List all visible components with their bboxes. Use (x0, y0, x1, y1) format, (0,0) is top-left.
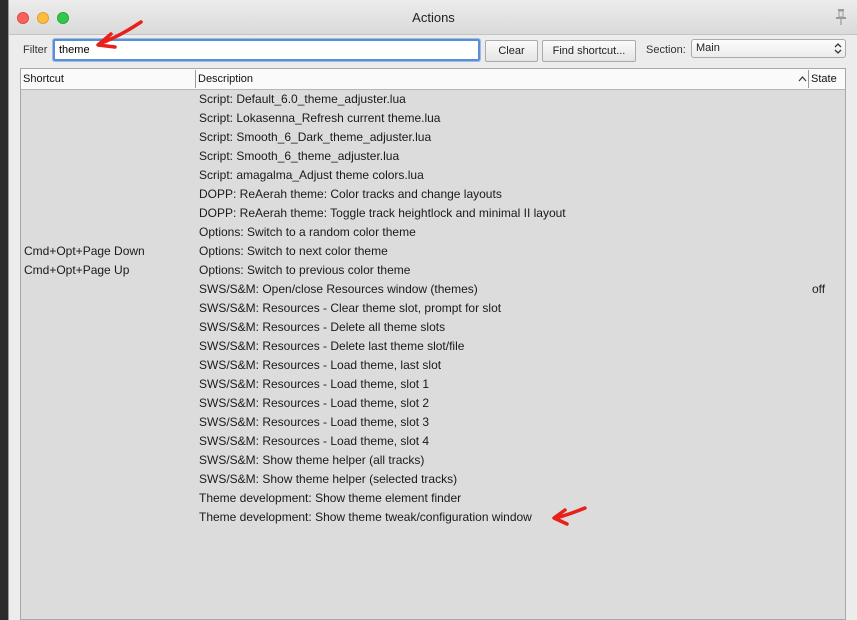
table-row[interactable]: Theme development: Show theme element fi… (21, 489, 845, 508)
table-row[interactable]: Script: Smooth_6_theme_adjuster.lua (21, 147, 845, 166)
table-row[interactable]: SWS/S&M: Resources - Load theme, slot 1 (21, 375, 845, 394)
section-select[interactable]: Main (691, 39, 846, 58)
table-row[interactable]: Script: Lokasenna_Refresh current theme.… (21, 109, 845, 128)
table-row[interactable]: DOPP: ReAerah theme: Color tracks and ch… (21, 185, 845, 204)
row-description: Script: Lokasenna_Refresh current theme.… (199, 111, 441, 125)
table-row[interactable]: SWS/S&M: Resources - Delete last theme s… (21, 337, 845, 356)
table-row[interactable]: SWS/S&M: Resources - Load theme, slot 4 (21, 432, 845, 451)
section-selected-value: Main (696, 42, 720, 54)
list-header: Shortcut Description State (21, 69, 845, 90)
column-header-description[interactable]: Description (198, 69, 808, 89)
row-description: DOPP: ReAerah theme: Toggle track height… (199, 206, 566, 220)
row-shortcut: Cmd+Opt+Page Down (24, 244, 145, 258)
row-description: SWS/S&M: Resources - Load theme, slot 3 (199, 415, 430, 429)
column-divider[interactable] (195, 70, 196, 88)
pin-icon[interactable] (833, 8, 849, 26)
table-row[interactable]: SWS/S&M: Resources - Load theme, last sl… (21, 356, 845, 375)
table-row[interactable]: SWS/S&M: Show theme helper (all tracks) (21, 451, 845, 470)
row-description: SWS/S&M: Resources - Delete all theme sl… (199, 320, 446, 334)
clear-button[interactable]: Clear (485, 40, 538, 62)
row-shortcut: Cmd+Opt+Page Up (24, 263, 130, 277)
filter-label: Filter (23, 44, 48, 56)
row-description: SWS/S&M: Resources - Clear theme slot, p… (199, 301, 502, 315)
section-label: Section: (646, 44, 686, 56)
table-row[interactable]: Script: amagalma_Adjust theme colors.lua (21, 166, 845, 185)
column-divider[interactable] (808, 70, 809, 88)
list-rows: Script: Default_6.0_theme_adjuster.lua Sc… (21, 90, 845, 527)
window-title: Actions (412, 10, 455, 25)
table-row[interactable]: SWS/S&M: Show theme helper (selected tra… (21, 470, 845, 489)
row-description: Options: Switch to next color theme (199, 244, 388, 258)
row-description: SWS/S&M: Show theme helper (all tracks) (199, 453, 425, 467)
table-row[interactable]: SWS/S&M: Resources - Load theme, slot 2 (21, 394, 845, 413)
actions-window: Actions Filter Clear Find shortcut... Se… (8, 0, 857, 620)
column-header-shortcut[interactable]: Shortcut (23, 69, 193, 89)
table-row[interactable]: Cmd+Opt+Page Down Options: Switch to next… (21, 242, 845, 261)
title-bar[interactable]: Actions (9, 0, 857, 35)
row-description: SWS/S&M: Resources - Delete last theme s… (199, 339, 465, 353)
row-description: SWS/S&M: Open/close Resources window (th… (199, 282, 478, 296)
row-description: SWS/S&M: Show theme helper (selected tra… (199, 472, 458, 486)
row-description: DOPP: ReAerah theme: Color tracks and ch… (199, 187, 502, 201)
table-row[interactable]: Script: Default_6.0_theme_adjuster.lua (21, 90, 845, 109)
row-description: SWS/S&M: Resources - Load theme, slot 1 (199, 377, 430, 391)
row-description: Theme development: Show theme element fi… (199, 491, 462, 505)
table-row[interactable]: Theme development: Show theme tweak/conf… (21, 508, 845, 527)
row-description: SWS/S&M: Resources - Load theme, slot 4 (199, 434, 430, 448)
table-row[interactable]: DOPP: ReAerah theme: Toggle track height… (21, 204, 845, 223)
row-state: off (812, 282, 826, 296)
row-description: SWS/S&M: Resources - Load theme, last sl… (199, 358, 442, 372)
table-row[interactable]: SWS/S&M: Resources - Load theme, slot 3 (21, 413, 845, 432)
row-description: Script: Smooth_6_Dark_theme_adjuster.lua (199, 130, 432, 144)
row-description: Options: Switch to previous color theme (199, 263, 411, 277)
table-row[interactable]: SWS/S&M: Resources - Clear theme slot, p… (21, 299, 845, 318)
row-description: Theme development: Show theme tweak/conf… (199, 510, 532, 524)
updown-chevron-icon (834, 43, 842, 54)
row-description: Script: Default_6.0_theme_adjuster.lua (199, 92, 406, 106)
row-description: Script: Smooth_6_theme_adjuster.lua (199, 149, 400, 163)
find-shortcut-button[interactable]: Find shortcut... (542, 40, 636, 62)
table-row[interactable]: Script: Smooth_6_Dark_theme_adjuster.lua (21, 128, 845, 147)
column-header-state[interactable]: State (811, 69, 843, 89)
row-description: SWS/S&M: Resources - Load theme, slot 2 (199, 396, 430, 410)
table-row[interactable]: Cmd+Opt+Page Up Options: Switch to previo… (21, 261, 845, 280)
table-row[interactable]: SWS/S&M: Resources - Delete all theme sl… (21, 318, 845, 337)
table-row[interactable]: SWS/S&M: Open/close Resources window (th… (21, 280, 845, 299)
table-row[interactable]: Options: Switch to a random color theme (21, 223, 845, 242)
row-description: Script: amagalma_Adjust theme colors.lua (199, 168, 424, 182)
filter-input[interactable] (53, 39, 480, 61)
actions-list[interactable]: Shortcut Description State Script: Defau… (20, 68, 846, 620)
sort-ascending-icon (798, 76, 807, 82)
row-description: Options: Switch to a random color theme (199, 225, 416, 239)
